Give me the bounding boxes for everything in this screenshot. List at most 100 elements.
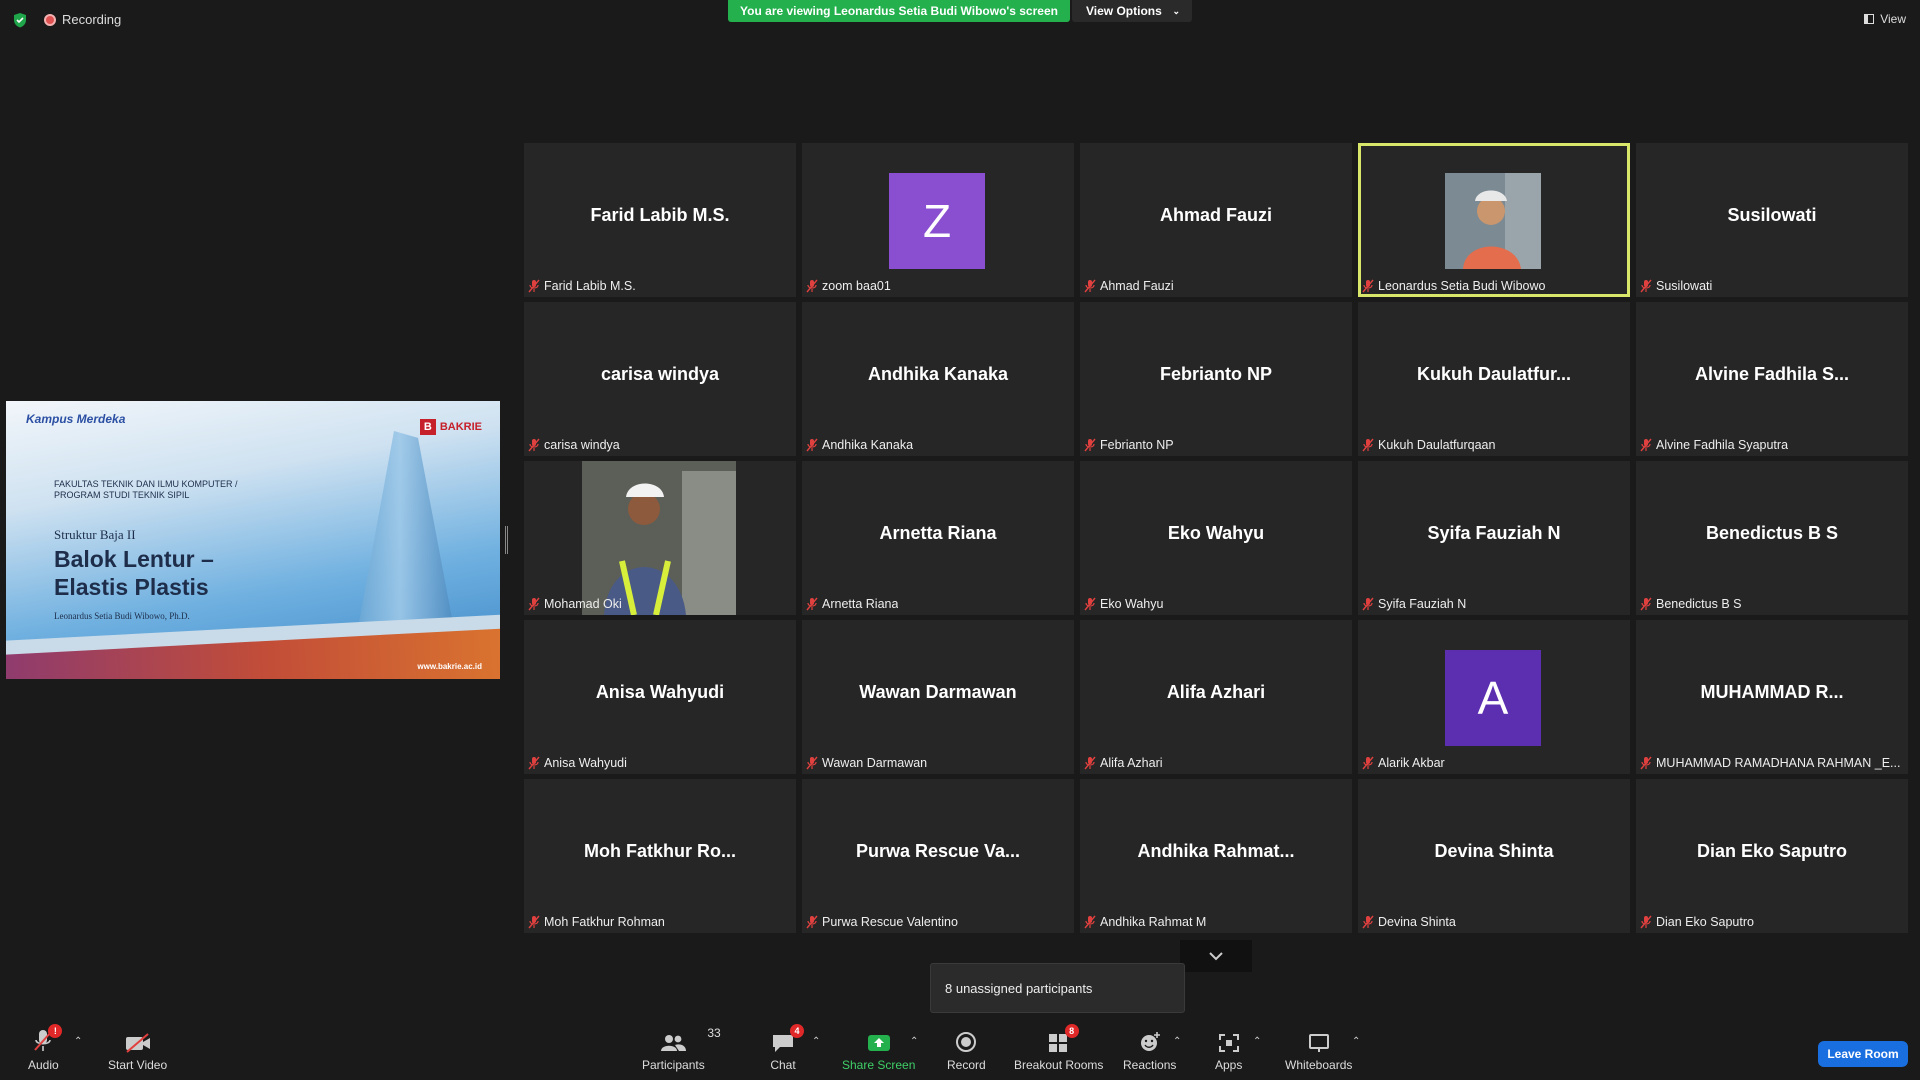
participant-display-name: Andhika Kanaka xyxy=(867,364,1009,384)
participant-display-name: Kukuh Daulatfur... xyxy=(1416,364,1571,384)
recording-indicator[interactable]: Recording xyxy=(44,12,121,27)
chat-button[interactable]: 4 Chat xyxy=(770,1024,804,1072)
participant-tile[interactable]: Arnetta Riana Arnetta Riana xyxy=(802,461,1074,615)
microphone-muted-icon xyxy=(806,756,818,770)
participant-display-name: Farid Labib M.S. xyxy=(590,205,730,225)
share-screen-button[interactable]: Share Screen xyxy=(842,1028,915,1072)
audio-options-caret-icon[interactable]: ⌃ xyxy=(74,1036,82,1047)
avatar: A xyxy=(1445,650,1541,746)
participant-tile[interactable]: Syifa Fauziah N Syifa Fauziah N xyxy=(1358,461,1630,615)
participants-button[interactable]: 33 Participants xyxy=(642,1026,721,1072)
participant-tile[interactable]: Kukuh Daulatfur... Kukuh Daulatfurqaan xyxy=(1358,302,1630,456)
participant-tile[interactable]: Eko Wahyu Eko Wahyu xyxy=(1080,461,1352,615)
breakout-rooms-button[interactable]: 8 Breakout Rooms xyxy=(1014,1024,1104,1072)
participant-name: zoom baa01 xyxy=(822,279,891,293)
participant-name: Mohamad Oki xyxy=(544,597,622,611)
record-button[interactable]: Record xyxy=(947,1028,986,1072)
participant-tile[interactable]: Moh Fatkhur Ro... Moh Fatkhur Rohman xyxy=(524,779,796,933)
audio-button[interactable]: ! Audio xyxy=(28,1024,63,1072)
whiteboards-options-caret-icon[interactable]: ⌃ xyxy=(1352,1036,1360,1047)
participant-name: Syifa Fauziah N xyxy=(1378,597,1467,611)
participant-tile[interactable]: Febrianto NP Febrianto NP xyxy=(1080,302,1352,456)
audio-warning-badge: ! xyxy=(48,1024,63,1038)
microphone-muted-icon xyxy=(806,915,818,929)
participant-name: Anisa Wahyudi xyxy=(544,756,627,770)
participant-name-label: Purwa Rescue Valentino xyxy=(806,915,958,929)
chat-options-caret-icon[interactable]: ⌃ xyxy=(812,1036,820,1047)
shared-screen[interactable]: Kampus Merdeka B BAKRIE FAKULTAS TEKNIK … xyxy=(6,401,500,679)
participant-name-label: Alarik Akbar xyxy=(1362,756,1445,770)
participant-tile[interactable]: MUHAMMAD R... MUHAMMAD RAMADHANA RAHMAN _… xyxy=(1636,620,1908,774)
participant-tile[interactable]: Devina Shinta Devina Shinta xyxy=(1358,779,1630,933)
participant-name: Febrianto NP xyxy=(1100,438,1174,452)
participant-name-label: Eko Wahyu xyxy=(1084,597,1163,611)
record-icon xyxy=(956,1032,977,1052)
microphone-muted-icon xyxy=(1640,597,1652,611)
participants-icon xyxy=(661,1035,687,1051)
chat-unread-badge: 4 xyxy=(790,1024,804,1038)
apps-options-caret-icon[interactable]: ⌃ xyxy=(1253,1036,1261,1047)
breakout-rooms-label: Breakout Rooms xyxy=(1014,1058,1104,1072)
participant-tile[interactable]: Zzoom baa01 xyxy=(802,143,1074,297)
participant-tile[interactable]: Alvine Fadhila S... Alvine Fadhila Syaput… xyxy=(1636,302,1908,456)
participant-tile[interactable]: Andhika Kanaka Andhika Kanaka xyxy=(802,302,1074,456)
participant-name: Leonardus Setia Budi Wibowo xyxy=(1378,279,1546,293)
slide-author: Leonardus Setia Budi Wibowo, Ph.D. xyxy=(54,611,190,621)
participant-name-label: Andhika Rahmat M xyxy=(1084,915,1206,929)
participant-name: Alarik Akbar xyxy=(1378,756,1445,770)
participant-gallery: Farid Labib M.S. Farid Labib M.S. Zzoom ba… xyxy=(524,143,1910,933)
view-options-button[interactable]: View Options ⌄ xyxy=(1072,0,1192,22)
participant-display-name: Dian Eko Saputro xyxy=(1696,841,1848,861)
participant-tile[interactable]: carisa windya carisa windya xyxy=(524,302,796,456)
whiteboards-button[interactable]: Whiteboards xyxy=(1285,1028,1352,1072)
participant-name-label: Ahmad Fauzi xyxy=(1084,279,1174,293)
participant-tile-active-speaker[interactable]: Leonardus Setia Budi Wibowo xyxy=(1358,143,1630,297)
participant-tile[interactable]: Andhika Rahmat... Andhika Rahmat M xyxy=(1080,779,1352,933)
participant-tile[interactable]: Alifa Azhari Alifa Azhari xyxy=(1080,620,1352,774)
view-button[interactable]: View xyxy=(1864,12,1906,26)
participant-name: Benedictus B S xyxy=(1656,597,1742,611)
participant-tile[interactable]: Ahmad Fauzi Ahmad Fauzi xyxy=(1080,143,1352,297)
microphone-muted-icon xyxy=(1362,597,1374,611)
share-options-caret-icon[interactable]: ⌃ xyxy=(910,1036,918,1047)
chat-label: Chat xyxy=(770,1058,796,1072)
participant-display-name: Arnetta Riana xyxy=(879,523,997,543)
collapse-button[interactable] xyxy=(1180,940,1252,972)
share-screen-label: Share Screen xyxy=(842,1058,916,1072)
participant-tile[interactable]: Susilowati Susilowati xyxy=(1636,143,1908,297)
participant-display-name: Alvine Fadhila S... xyxy=(1694,364,1850,384)
participant-name: Moh Fatkhur Rohman xyxy=(544,915,665,929)
reactions-options-caret-icon[interactable]: ⌃ xyxy=(1173,1036,1181,1047)
microphone-muted-icon xyxy=(1362,756,1374,770)
start-video-label: Start Video xyxy=(108,1058,168,1072)
apps-button[interactable]: Apps xyxy=(1215,1028,1242,1072)
participant-display-name: Purwa Rescue Va... xyxy=(855,841,1021,861)
participant-name: Arnetta Riana xyxy=(822,597,899,611)
participant-tile[interactable]: Dian Eko Saputro Dian Eko Saputro xyxy=(1636,779,1908,933)
participant-name: Purwa Rescue Valentino xyxy=(822,915,958,929)
leave-room-button[interactable]: Leave Room xyxy=(1818,1041,1908,1067)
microphone-muted-icon xyxy=(1640,756,1652,770)
unassigned-participants-tooltip: 8 unassigned participants xyxy=(930,963,1185,1013)
participant-tile[interactable]: Farid Labib M.S. Farid Labib M.S. xyxy=(524,143,796,297)
start-video-button[interactable]: Start Video xyxy=(108,1028,167,1072)
reactions-icon xyxy=(1140,1032,1160,1051)
participant-name-label: Syifa Fauziah N xyxy=(1362,597,1466,611)
participant-tile[interactable]: A Alarik Akbar xyxy=(1358,620,1630,774)
microphone-muted-icon xyxy=(1362,915,1374,929)
slide-faculty: FAKULTAS TEKNIK DAN ILMU KOMPUTER / PROG… xyxy=(54,479,238,501)
participant-tile[interactable]: Anisa Wahyudi Anisa Wahyudi xyxy=(524,620,796,774)
participant-tile[interactable]: Wawan Darmawan Wawan Darmawan xyxy=(802,620,1074,774)
reactions-button[interactable]: Reactions xyxy=(1123,1028,1176,1072)
resize-handle[interactable] xyxy=(505,526,508,554)
shield-icon[interactable] xyxy=(12,12,28,28)
microphone-muted-icon xyxy=(806,438,818,452)
participant-name-label: Febrianto NP xyxy=(1084,438,1174,452)
participant-display-name: Eko Wahyu xyxy=(1167,523,1265,543)
breakout-rooms-badge: 8 xyxy=(1064,1024,1079,1038)
participant-tile[interactable]: Benedictus B S Benedictus B S xyxy=(1636,461,1908,615)
slide-title-line1: Balok Lentur – xyxy=(54,546,214,572)
participant-tile[interactable]: Mohamad Oki xyxy=(524,461,796,615)
participant-name: Susilowati xyxy=(1656,279,1713,293)
participant-tile[interactable]: Purwa Rescue Va... Purwa Rescue Valentino xyxy=(802,779,1074,933)
